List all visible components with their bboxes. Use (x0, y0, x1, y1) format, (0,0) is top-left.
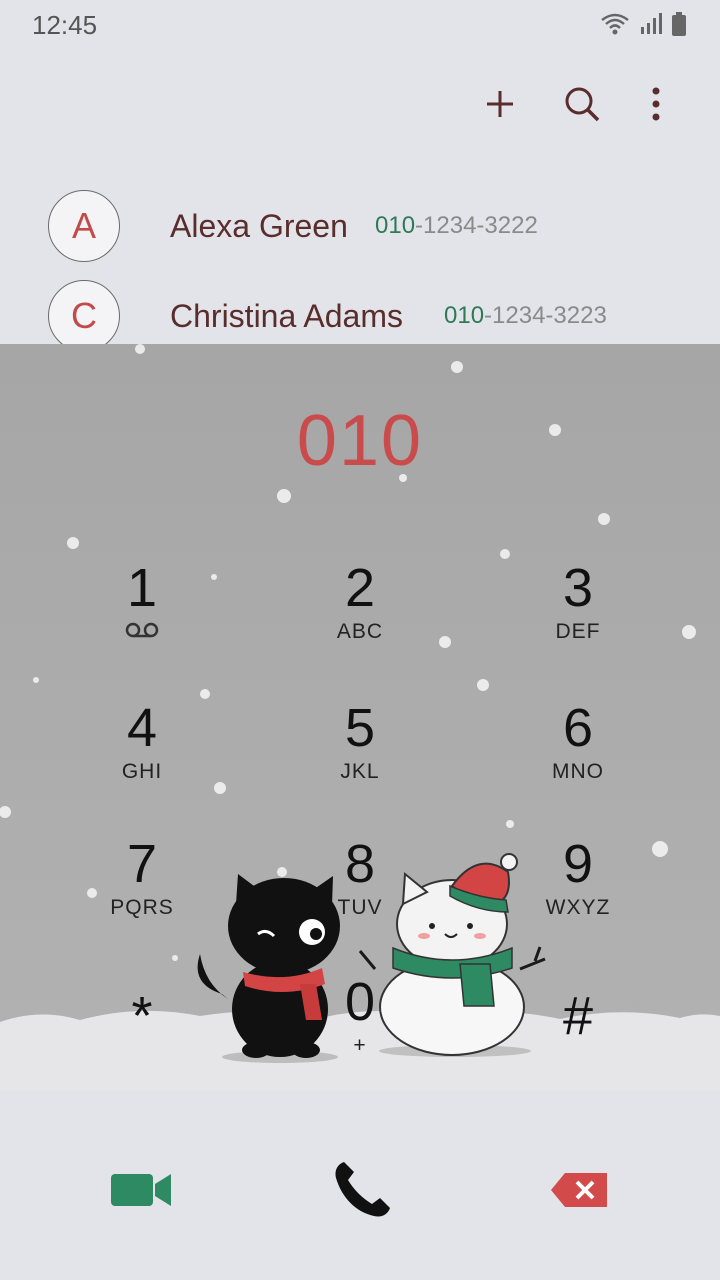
key-3[interactable]: 3 DEF (498, 558, 658, 678)
key-9[interactable]: 9 WXYZ (498, 834, 658, 954)
voicemail-icon (62, 620, 222, 646)
contact-number: 010-1234-3223 (444, 302, 607, 330)
backspace-icon (551, 1173, 607, 1207)
key-letters: + (353, 1034, 367, 1057)
status-icons (600, 12, 686, 36)
key-letters: DEF (555, 620, 601, 643)
plus-icon (487, 91, 513, 117)
key-0[interactable]: 0 + (280, 972, 440, 1091)
number-rest: -1234-3222 (415, 212, 538, 239)
key-digit: 3 (562, 558, 594, 618)
contact-result[interactable]: A Alexa Green 010-1234-3222 (0, 188, 720, 268)
number-match: 010 (444, 302, 485, 329)
number-match: 010 (375, 212, 416, 239)
avatar: A (48, 190, 120, 262)
key-letters: GHI (121, 760, 163, 783)
key-digit: 4 (126, 698, 158, 758)
key-digit: 8 (344, 834, 376, 894)
battery-icon (672, 12, 686, 36)
key-5[interactable]: 5 JKL (280, 698, 440, 818)
dialed-number: 010 (296, 401, 424, 481)
number-rest: -1234-3223 (484, 302, 607, 329)
delete-button[interactable] (540, 1150, 620, 1230)
video-call-button[interactable] (102, 1150, 182, 1230)
key-digit: 6 (562, 698, 594, 758)
video-call-icon (111, 1174, 171, 1206)
key-letters: WXYZ (545, 896, 611, 919)
wifi-icon (601, 13, 629, 35)
phone-icon (335, 1162, 390, 1217)
key-8[interactable]: 8 TUV (280, 834, 440, 954)
key-letters: TUV (337, 896, 383, 919)
key-letters: MNO (552, 760, 604, 783)
contact-number: 010-1234-3222 (375, 212, 538, 240)
key-letters: JKL (340, 760, 380, 783)
key-digit: 1 (126, 558, 158, 618)
status-bar: 12:45 (0, 0, 720, 50)
search-icon (565, 87, 600, 122)
key-4[interactable]: 4 GHI (62, 698, 222, 818)
key-hash[interactable]: # (498, 986, 658, 1091)
add-contact-button[interactable] (476, 80, 524, 128)
key-digit: 0 (344, 972, 376, 1032)
signal-icon (641, 13, 662, 34)
contact-name: Alexa Green (170, 208, 348, 244)
key-digit: 9 (562, 834, 594, 894)
key-6[interactable]: 6 MNO (498, 698, 658, 818)
call-button[interactable] (322, 1150, 402, 1230)
key-star[interactable]: * (62, 986, 222, 1091)
key-digit: * (131, 986, 153, 1046)
search-button[interactable] (558, 80, 606, 128)
avatar: C (48, 280, 120, 352)
key-7[interactable]: 7 PQRS (62, 834, 222, 954)
status-time: 12:45 (32, 10, 98, 40)
key-digit: # (562, 986, 594, 1046)
key-letters: PQRS (110, 896, 174, 919)
more-options-button[interactable] (632, 80, 680, 128)
dialpad: 010 1 2 ABC 3 DEF 4 GHI 5 JKL 6 MNO 7 PQ… (0, 344, 720, 1091)
contact-name: Christina Adams (170, 298, 403, 334)
key-digit: 7 (126, 834, 158, 894)
key-letters: ABC (336, 620, 384, 643)
key-1[interactable]: 1 (62, 558, 222, 678)
more-vert-icon (652, 87, 660, 121)
key-digit: 5 (344, 698, 376, 758)
key-digit: 2 (344, 558, 376, 618)
key-2[interactable]: 2 ABC (280, 558, 440, 678)
